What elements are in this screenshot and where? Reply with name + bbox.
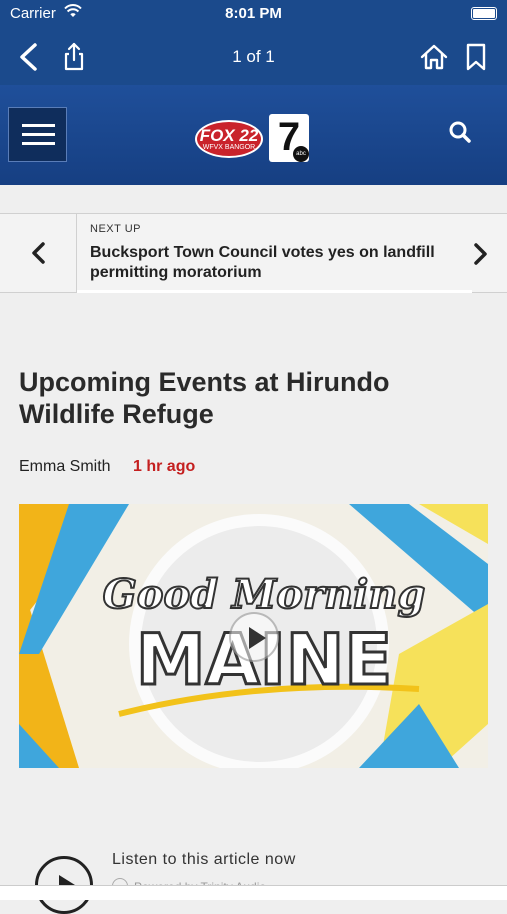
article-author[interactable]: Emma Smith [19,458,111,476]
next-up-headline[interactable]: Bucksport Town Council votes yes on land… [90,243,460,283]
battery-icon [471,7,497,20]
fox22-logo: FOX 22 WFVX BANGOR [195,120,263,158]
bottom-bar [0,885,507,900]
home-icon[interactable] [418,40,450,74]
menu-line [22,142,55,145]
chevron-right-icon[interactable] [470,242,490,266]
status-time: 8:01 PM [225,5,282,22]
scroll-indicator [77,290,472,293]
menu-line [22,133,55,136]
next-up-banner[interactable]: NEXT UP Bucksport Town Council votes yes… [0,213,507,293]
play-button[interactable] [229,612,279,662]
next-up-label: NEXT UP [90,223,141,235]
station-logo[interactable]: FOX 22 WFVX BANGOR 7 abc [193,112,315,164]
hamburger-menu-button[interactable] [8,107,67,162]
article-title: Upcoming Events at Hirundo Wildlife Refu… [19,367,390,429]
chevron-left-icon [32,242,45,264]
search-icon[interactable] [446,118,476,148]
menu-line [22,124,55,127]
video-player[interactable]: Good Morning MAINE [19,504,488,768]
top-navigation-bar: 1 of 1 [0,30,507,85]
status-bar: Carrier 8:01 PM [0,0,507,30]
article-timestamp: 1 hr ago [133,458,196,475]
video-logo-line1: Good Morning [103,571,426,618]
listen-label: Listen to this article now [112,851,296,868]
abc-badge: abc [293,146,309,162]
bookmark-icon[interactable] [463,40,489,74]
previous-story-button[interactable] [0,214,77,292]
